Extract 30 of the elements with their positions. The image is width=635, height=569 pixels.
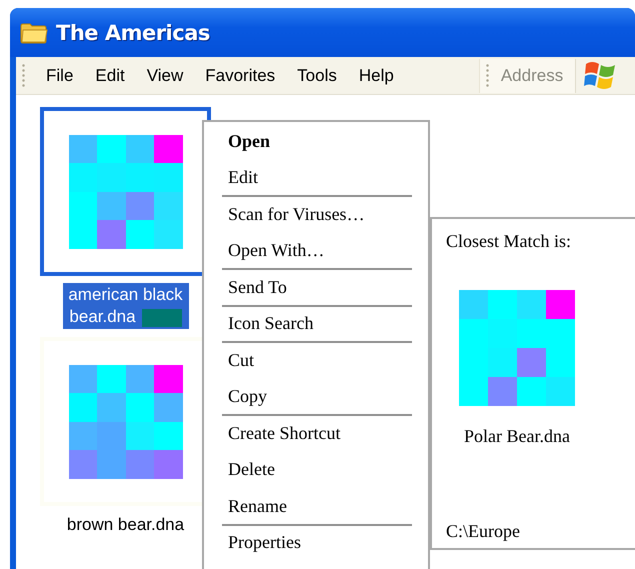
folder-icon [20, 22, 48, 44]
menu-item[interactable]: Favorites [194, 62, 286, 90]
address-label: Address [500, 66, 564, 86]
menu-entry[interactable]: Create Shortcut [204, 415, 428, 452]
panel-heading: Closest Match is: [446, 231, 572, 252]
menu-item[interactable]: Help [348, 62, 405, 90]
menu-item[interactable]: Edit [84, 62, 136, 90]
menu-entry[interactable]: Scan for Viruses… [204, 196, 428, 232]
menu-item[interactable]: File [35, 62, 84, 90]
file-thumbnail[interactable] [40, 107, 211, 276]
file-name[interactable]: brown bear.dna [62, 513, 188, 537]
file-name: Polar Bear.dna [464, 426, 570, 447]
menu-entry[interactable]: Copy [204, 378, 428, 415]
menu-entry[interactable]: Properties [204, 524, 428, 561]
menu-entry[interactable]: Delete [204, 452, 428, 488]
menu-entry[interactable]: Edit [204, 160, 428, 196]
menu-entry[interactable]: Cut [204, 342, 428, 378]
menu-entry[interactable]: Send To [204, 269, 428, 306]
menu-entry[interactable]: Rename [204, 488, 428, 524]
grip-icon [22, 62, 25, 88]
grip-icon [486, 62, 489, 88]
highlight-mark [142, 308, 182, 327]
menu-entry[interactable]: Open With… [204, 232, 428, 269]
menu-entry[interactable]: Open [204, 123, 428, 160]
file-name[interactable]: american black bear.dna [62, 283, 188, 329]
window-title: The Americas [56, 20, 210, 44]
menu-item[interactable]: View [136, 62, 194, 90]
menu-item[interactable]: Tools [286, 62, 348, 90]
menu-entry[interactable]: Icon Search [204, 306, 428, 342]
file-path: C:\Europe [446, 521, 521, 542]
